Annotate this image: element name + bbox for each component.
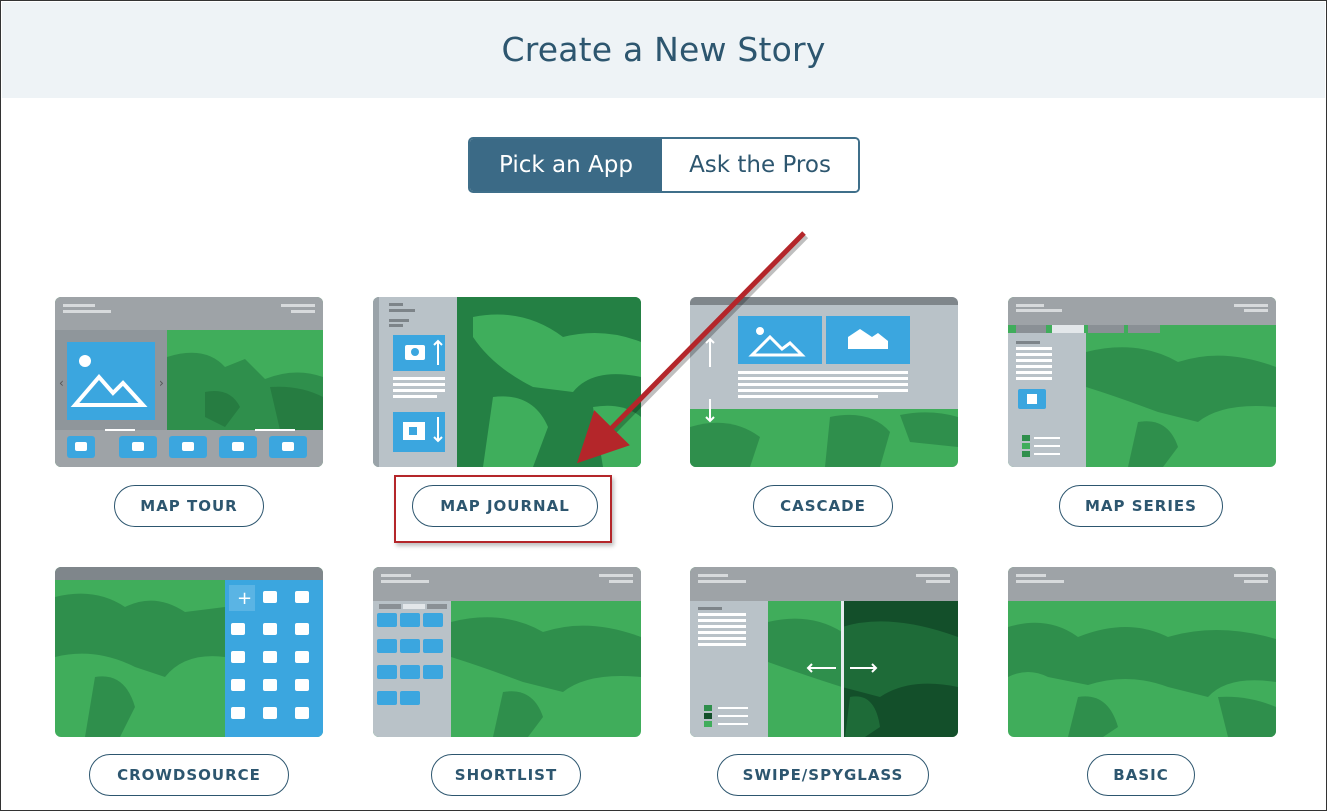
svg-text:›: ›: [159, 376, 164, 390]
cascade-button[interactable]: CASCADE: [753, 485, 893, 527]
map-tour-thumbnail[interactable]: ‹ ›: [55, 297, 323, 467]
swipe-spyglass-button[interactable]: SWIPE/SPYGLASS: [717, 754, 929, 796]
cascade-thumbnail[interactable]: [690, 297, 958, 467]
map-series-button[interactable]: MAP SERIES: [1059, 485, 1223, 527]
map-series-thumbnail[interactable]: [1008, 297, 1276, 467]
ask-the-pros-tab[interactable]: Ask the Pros: [662, 139, 858, 191]
svg-text:‹: ‹: [59, 376, 64, 390]
shortlist-button[interactable]: SHORTLIST: [431, 754, 581, 796]
crowdsource-button[interactable]: CROWDSOURCE: [89, 754, 289, 796]
swipe-spyglass-thumbnail[interactable]: [690, 567, 958, 737]
pick-an-app-tab[interactable]: Pick an App: [470, 139, 662, 191]
svg-text:+: +: [237, 588, 252, 609]
basic-thumbnail[interactable]: [1008, 567, 1276, 737]
map-journal-thumbnail[interactable]: [373, 297, 641, 467]
shortlist-thumbnail[interactable]: [373, 567, 641, 737]
page-header: Create a New Story: [2, 2, 1325, 98]
basic-button[interactable]: BASIC: [1087, 754, 1195, 796]
mode-toggle: Pick an App Ask the Pros: [468, 137, 860, 193]
map-tour-button[interactable]: MAP TOUR: [114, 485, 264, 527]
page-title: Create a New Story: [501, 30, 826, 69]
crowdsource-thumbnail[interactable]: +: [55, 567, 323, 737]
app-window: Create a New Story Pick an App Ask the P…: [0, 0, 1327, 811]
highlight-box: [394, 475, 612, 543]
